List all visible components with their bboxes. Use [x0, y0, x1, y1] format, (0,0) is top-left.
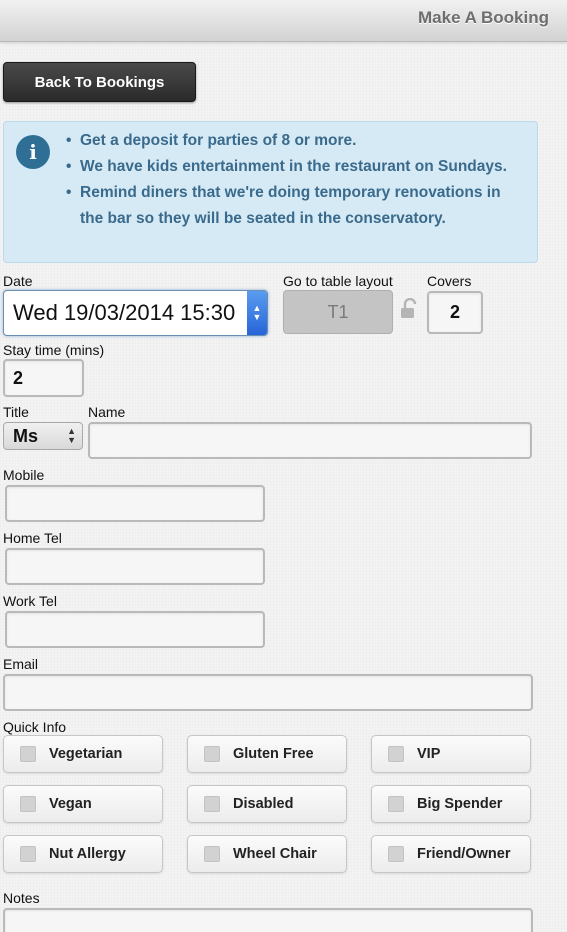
title-select[interactable]: Ms ▲ ▼ — [3, 422, 83, 450]
covers-label: Covers — [427, 273, 472, 289]
quick-info-big-spender[interactable]: Big Spender — [371, 785, 531, 823]
home-tel-input[interactable] — [5, 548, 265, 585]
checkbox-icon[interactable] — [204, 746, 220, 762]
stay-time-input[interactable]: 2 — [3, 359, 84, 397]
title-label: Title — [3, 404, 29, 420]
info-panel: i Get a deposit for parties of 8 or more… — [3, 121, 538, 263]
checkbox-icon[interactable] — [20, 846, 36, 862]
quick-info-vegetarian[interactable]: Vegetarian — [3, 735, 163, 773]
checkbox-icon[interactable] — [20, 746, 36, 762]
mobile-input[interactable] — [5, 485, 265, 522]
select-arrows-icon: ▲ ▼ — [67, 426, 76, 445]
info-item: We have kids entertainment in the restau… — [64, 154, 517, 180]
table-layout-label: Go to table layout — [283, 273, 393, 289]
quick-info-wheel-chair[interactable]: Wheel Chair — [187, 835, 347, 873]
date-value: Wed 19/03/2014 15:30 — [13, 300, 236, 325]
email-label: Email — [3, 656, 39, 672]
checkbox-icon[interactable] — [204, 796, 220, 812]
top-bar: Make A Booking — [0, 0, 567, 42]
checkbox-icon[interactable] — [388, 846, 404, 862]
work-tel-input[interactable] — [5, 611, 265, 648]
table-layout-button[interactable]: T1 — [283, 290, 393, 334]
checkbox-icon[interactable] — [20, 796, 36, 812]
date-label: Date — [3, 273, 33, 289]
quick-info-label: Quick Info — [3, 719, 67, 735]
home-tel-label: Home Tel — [3, 530, 62, 546]
checkbox-icon[interactable] — [388, 796, 404, 812]
date-spinner-icon[interactable]: ▲ ▼ — [247, 291, 267, 335]
name-input[interactable] — [88, 422, 532, 459]
page-title: Make A Booking — [418, 8, 549, 27]
name-label: Name — [88, 404, 126, 420]
title-value: Ms — [13, 425, 39, 446]
info-list: Get a deposit for parties of 8 or more. … — [64, 128, 517, 232]
notes-label: Notes — [3, 890, 40, 906]
quick-info-nut-allergy[interactable]: Nut Allergy — [3, 835, 163, 873]
covers-input[interactable]: 2 — [427, 291, 483, 334]
quick-info-disabled[interactable]: Disabled — [187, 785, 347, 823]
mobile-label: Mobile — [3, 467, 45, 483]
stay-time-label: Stay time (mins) — [3, 342, 105, 358]
work-tel-label: Work Tel — [3, 593, 57, 609]
quick-info-gluten-free[interactable]: Gluten Free — [187, 735, 347, 773]
email-input[interactable] — [3, 674, 533, 711]
notes-textarea[interactable] — [3, 908, 533, 932]
info-icon: i — [16, 135, 50, 169]
quick-info-friend-owner[interactable]: Friend/Owner — [371, 835, 531, 873]
quick-info-vegan[interactable]: Vegan — [3, 785, 163, 823]
date-select[interactable]: Wed 19/03/2014 15:30 ▲ ▼ — [3, 290, 268, 336]
checkbox-icon[interactable] — [204, 846, 220, 862]
checkbox-icon[interactable] — [388, 746, 404, 762]
info-item: Remind diners that we're doing temporary… — [64, 180, 517, 232]
info-item: Get a deposit for parties of 8 or more. — [64, 128, 517, 154]
unlock-icon[interactable] — [399, 298, 421, 320]
back-to-bookings-button[interactable]: Back To Bookings — [3, 62, 196, 102]
quick-info-vip[interactable]: VIP — [371, 735, 531, 773]
